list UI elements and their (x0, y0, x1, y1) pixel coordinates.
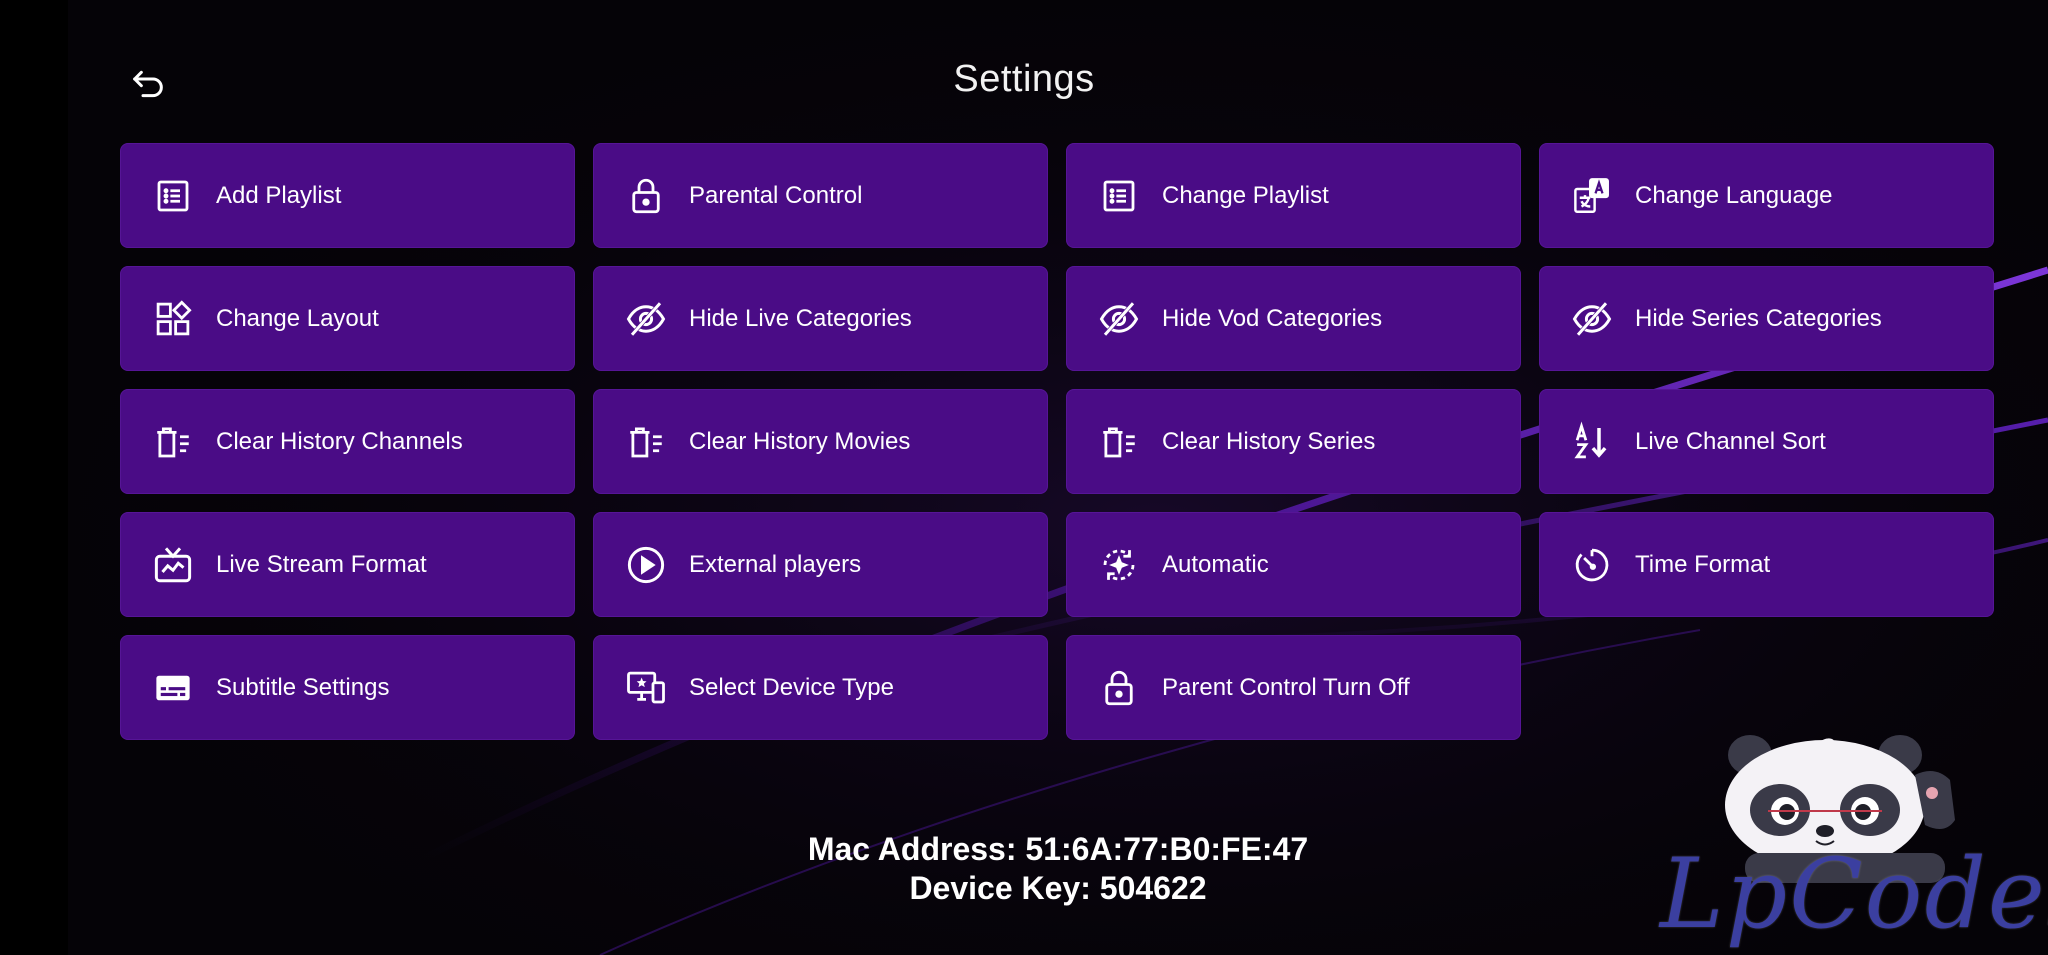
eye-off-icon (1096, 296, 1142, 342)
tile-label: Change Layout (216, 304, 379, 332)
tile-label: Parent Control Turn Off (1162, 673, 1410, 701)
external-players-button[interactable]: External players (593, 512, 1048, 617)
lock-icon (623, 173, 669, 219)
change-playlist-button[interactable]: Change Playlist (1066, 143, 1521, 248)
subtitles-icon (150, 665, 196, 711)
add-playlist-button[interactable]: Add Playlist (120, 143, 575, 248)
automatic-button[interactable]: Automatic (1066, 512, 1521, 617)
lock-icon (1096, 665, 1142, 711)
tile-label: Parental Control (689, 181, 863, 209)
layout-icon (150, 296, 196, 342)
delete-sweep-icon (623, 419, 669, 465)
play-circle-icon (623, 542, 669, 588)
page-title: Settings (953, 58, 1095, 100)
live-channel-sort-button[interactable]: Live Channel Sort (1539, 389, 1994, 494)
settings-grid: Add Playlist Parental Control Change Pla… (120, 143, 1994, 740)
clear-history-movies-button[interactable]: Clear History Movies (593, 389, 1048, 494)
watermark-logo: LpCodes (1660, 838, 2048, 950)
tile-label: Automatic (1162, 550, 1269, 578)
select-device-type-button[interactable]: Select Device Type (593, 635, 1048, 740)
tile-label: Add Playlist (216, 181, 342, 209)
live-stream-format-button[interactable]: Live Stream Format (120, 512, 575, 617)
eye-off-icon (1569, 296, 1615, 342)
delete-sweep-icon (1096, 419, 1142, 465)
tile-label: Hide Live Categories (689, 304, 912, 332)
timer-icon (1569, 542, 1615, 588)
list-icon (150, 173, 196, 219)
time-format-button[interactable]: Time Format (1539, 512, 1994, 617)
tile-label: Select Device Type (689, 673, 894, 701)
live-tv-icon (150, 542, 196, 588)
devices-icon (623, 665, 669, 711)
tile-label: Change Language (1635, 181, 1833, 209)
tile-label: Hide Series Categories (1635, 304, 1882, 332)
clear-history-channels-button[interactable]: Clear History Channels (120, 389, 575, 494)
tile-label: Hide Vod Categories (1162, 304, 1383, 332)
translate-icon (1569, 173, 1615, 219)
sort-alpha-icon (1569, 419, 1615, 465)
tile-label: Clear History Movies (689, 427, 911, 455)
parental-control-button[interactable]: Parental Control (593, 143, 1048, 248)
change-layout-button[interactable]: Change Layout (120, 266, 575, 371)
parent-control-turn-off-button[interactable]: Parent Control Turn Off (1066, 635, 1521, 740)
tile-label: Time Format (1635, 550, 1771, 578)
tile-label: Live Stream Format (216, 550, 427, 578)
tile-label: Clear History Series (1162, 427, 1376, 455)
tile-label: Subtitle Settings (216, 673, 390, 701)
hide-live-categories-button[interactable]: Hide Live Categories (593, 266, 1048, 371)
delete-sweep-icon (150, 419, 196, 465)
hide-series-categories-button[interactable]: Hide Series Categories (1539, 266, 1994, 371)
auto-sync-icon (1096, 542, 1142, 588)
tile-label: External players (689, 550, 862, 578)
hide-vod-categories-button[interactable]: Hide Vod Categories (1066, 266, 1521, 371)
subtitle-settings-button[interactable]: Subtitle Settings (120, 635, 575, 740)
change-language-button[interactable]: Change Language (1539, 143, 1994, 248)
eye-off-icon (623, 296, 669, 342)
list-icon (1096, 173, 1142, 219)
clear-history-series-button[interactable]: Clear History Series (1066, 389, 1521, 494)
tile-label: Clear History Channels (216, 427, 463, 455)
tile-label: Change Playlist (1162, 181, 1329, 209)
left-edge-bar (0, 0, 68, 955)
tile-label: Live Channel Sort (1635, 427, 1826, 455)
